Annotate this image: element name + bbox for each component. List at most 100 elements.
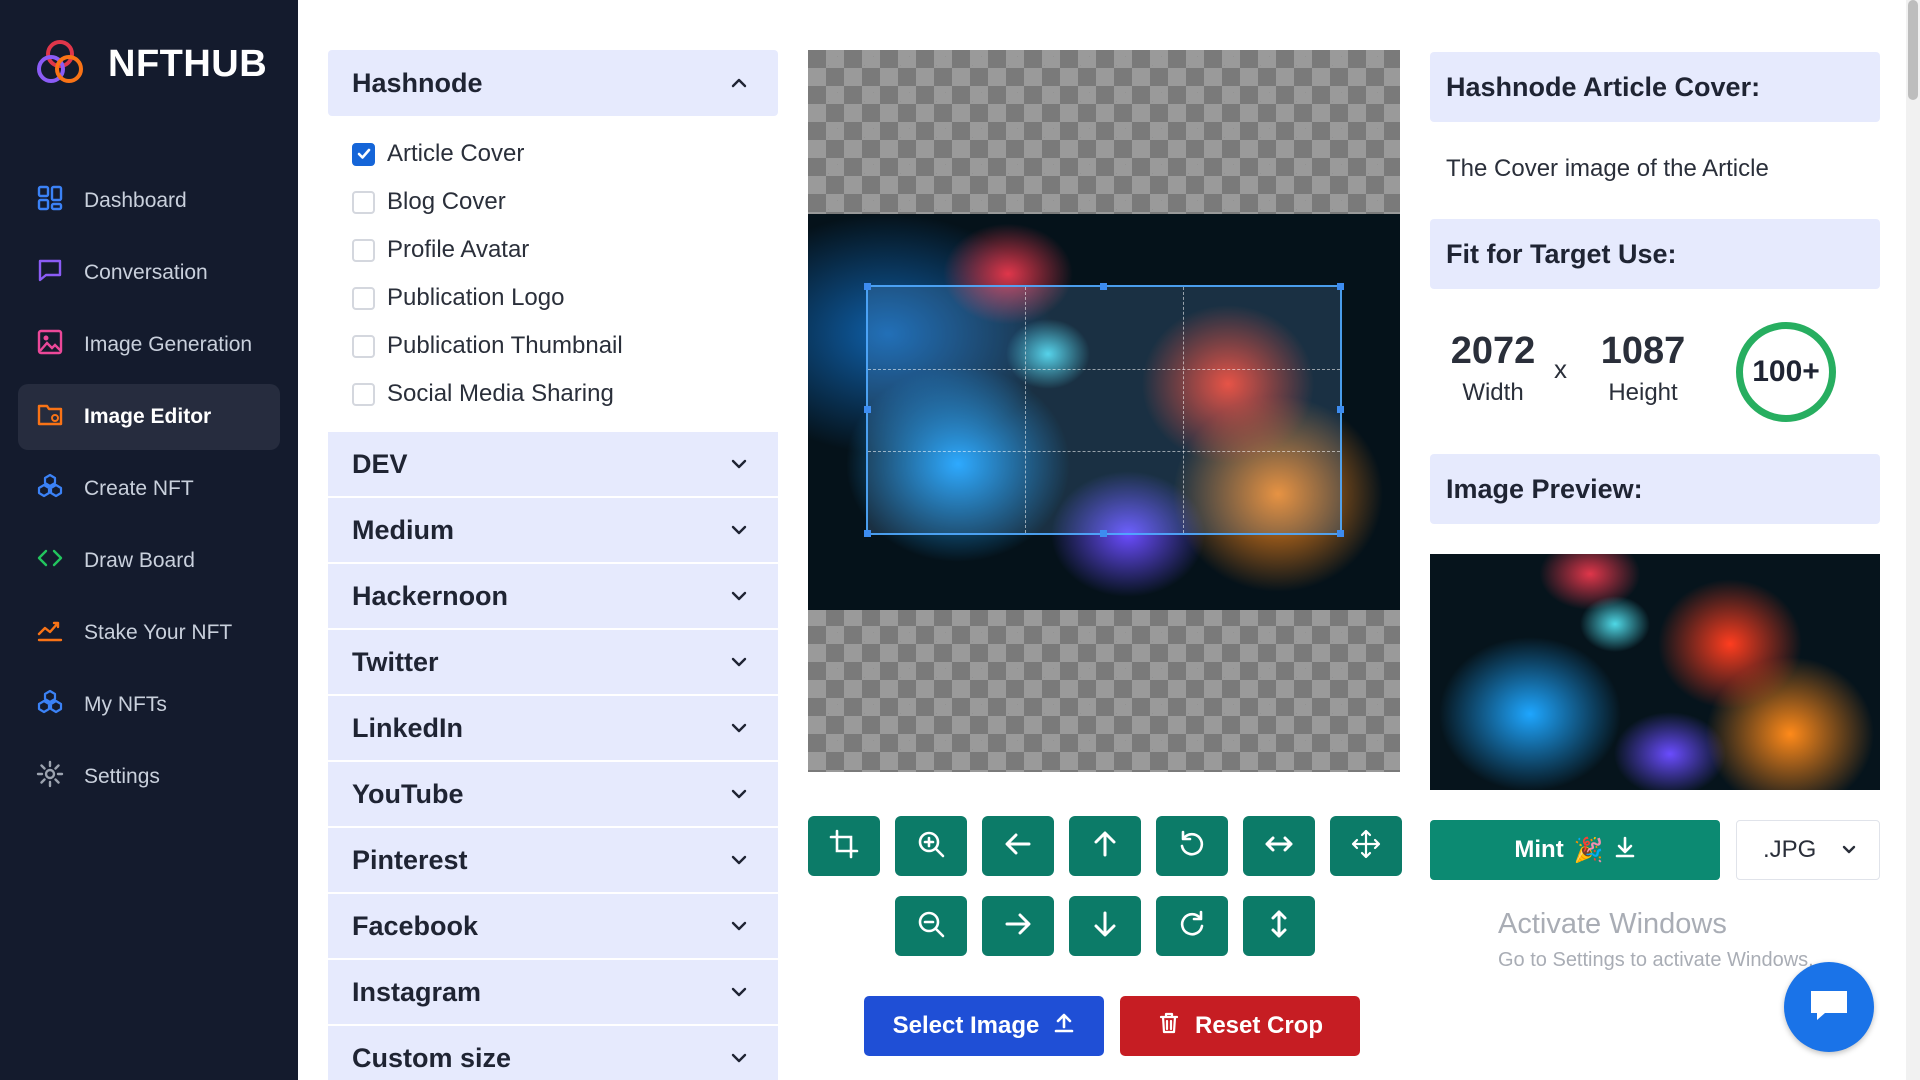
platform-accordion: Hashnode Article Cover Blog Cover Profil… <box>328 50 778 1080</box>
option-publication-thumbnail[interactable]: Publication Thumbnail <box>352 322 778 370</box>
accordion-header-youtube[interactable]: YouTube <box>328 762 778 828</box>
move-button[interactable] <box>1330 816 1402 876</box>
rotate-right-button[interactable] <box>1156 896 1228 956</box>
accordion-header-label: Hackernoon <box>352 580 509 611</box>
crop-handle[interactable] <box>1100 530 1107 537</box>
rotate-left-button[interactable] <box>1156 816 1228 876</box>
zoom-out-button[interactable] <box>895 896 967 956</box>
option-blog-cover[interactable]: Blog Cover <box>352 178 778 226</box>
reset-crop-label: Reset Crop <box>1194 1012 1324 1039</box>
crop-box[interactable] <box>864 283 1344 537</box>
crop-handle[interactable] <box>1337 283 1344 290</box>
accordion-header-custom-size[interactable]: Custom size <box>328 1026 778 1080</box>
sidebar-item-image-editor[interactable]: Image Editor <box>18 384 280 450</box>
flip-vertical-icon <box>1263 908 1295 945</box>
logo-icon <box>34 36 86 93</box>
sidebar-item-my-nfts[interactable]: My NFTs <box>18 672 280 738</box>
option-profile-avatar[interactable]: Profile Avatar <box>352 226 778 274</box>
move-down-button[interactable] <box>1069 896 1141 956</box>
accordion-collapsed-list: DEV Medium Hackernoon Twitter LinkedIn Y… <box>328 432 778 1080</box>
crop-button[interactable] <box>808 816 880 876</box>
dimension-separator: x <box>1554 354 1567 384</box>
option-label: Publication Thumbnail <box>387 332 623 359</box>
chat-icon <box>36 256 64 290</box>
cubes-icon <box>36 472 64 506</box>
chevron-down-icon <box>730 515 748 546</box>
sidebar-item-settings[interactable]: Settings <box>18 744 280 810</box>
reset-crop-button[interactable]: Reset Crop <box>1120 996 1360 1056</box>
accordion-header-label: Instagram <box>352 976 482 1007</box>
accordion-header-hackernoon[interactable]: Hackernoon <box>328 564 778 630</box>
width-label: Width <box>1462 379 1524 406</box>
brand[interactable]: NFTHUB <box>34 36 267 93</box>
sidebar: NFTHUB Dashboard Conversation Image Gene… <box>0 0 298 1080</box>
crop-handle[interactable] <box>1100 283 1107 290</box>
zoom-out-icon <box>915 908 947 945</box>
chevron-up-icon <box>730 68 748 99</box>
arrow-down-icon <box>1089 908 1121 945</box>
accordion-header-linkedin[interactable]: LinkedIn <box>328 696 778 762</box>
option-article-cover[interactable]: Article Cover <box>352 130 778 178</box>
sidebar-nav: Dashboard Conversation Image Generation … <box>18 168 280 816</box>
accordion-header-medium[interactable]: Medium <box>328 498 778 564</box>
crop-handle[interactable] <box>1337 406 1344 413</box>
sidebar-item-create-nft[interactable]: Create NFT <box>18 456 280 522</box>
sidebar-item-dashboard[interactable]: Dashboard <box>18 168 280 234</box>
chevron-down-icon <box>730 911 748 942</box>
checkbox[interactable] <box>352 334 375 358</box>
checkbox-checked[interactable] <box>352 142 375 166</box>
select-image-button[interactable]: Select Image <box>864 996 1104 1056</box>
checkbox[interactable] <box>352 190 375 214</box>
move-up-button[interactable] <box>1069 816 1141 876</box>
flip-vertical-button[interactable] <box>1243 896 1315 956</box>
zoom-in-button[interactable] <box>895 816 967 876</box>
arrow-left-icon <box>1002 828 1034 865</box>
checkbox[interactable] <box>352 286 375 310</box>
download-icon <box>1614 835 1636 866</box>
height-value: 1087 <box>1600 330 1686 372</box>
chevron-down-icon <box>730 845 748 876</box>
width-value: 2072 <box>1450 330 1536 372</box>
grid-icon <box>36 184 64 218</box>
sidebar-item-conversation[interactable]: Conversation <box>18 240 280 306</box>
move-left-button[interactable] <box>982 816 1054 876</box>
flip-horizontal-button[interactable] <box>1243 816 1315 876</box>
image-editor-canvas[interactable] <box>808 50 1400 772</box>
crop-handle[interactable] <box>864 406 871 413</box>
width-readout: 2072 Width <box>1440 330 1546 407</box>
format-select[interactable]: .JPG <box>1736 820 1880 880</box>
sidebar-item-stake-your-nft[interactable]: Stake Your NFT <box>18 600 280 666</box>
arrow-right-icon <box>1002 908 1034 945</box>
accordion-header-instagram[interactable]: Instagram <box>328 960 778 1026</box>
accordion-header-dev[interactable]: DEV <box>328 432 778 498</box>
move-right-button[interactable] <box>982 896 1054 956</box>
scrollbar-thumb[interactable] <box>1908 0 1918 100</box>
option-social-media-sharing[interactable]: Social Media Sharing <box>352 370 778 418</box>
accordion-header-twitter[interactable]: Twitter <box>328 630 778 696</box>
sidebar-item-image-generation[interactable]: Image Generation <box>18 312 280 378</box>
target-description: The Cover image of the Article <box>1446 155 1769 182</box>
accordion-header-hashnode[interactable]: Hashnode <box>328 50 778 116</box>
option-publication-logo[interactable]: Publication Logo <box>352 274 778 322</box>
gear-icon <box>36 760 64 794</box>
flip-horizontal-icon <box>1263 828 1295 865</box>
accordion-header-label: Facebook <box>352 910 479 941</box>
accordion-header-label: LinkedIn <box>352 712 464 743</box>
checkbox[interactable] <box>352 238 375 262</box>
sidebar-item-label: My NFTs <box>84 693 167 716</box>
crop-handle[interactable] <box>864 530 871 537</box>
sidebar-item-draw-board[interactable]: Draw Board <box>18 528 280 594</box>
crop-handle[interactable] <box>1337 530 1344 537</box>
accordion-header-facebook[interactable]: Facebook <box>328 894 778 960</box>
checkbox[interactable] <box>352 382 375 406</box>
chevron-down-icon <box>730 647 748 678</box>
app-root: NFTHUB Dashboard Conversation Image Gene… <box>0 0 1920 1080</box>
mint-button[interactable]: Mint 🎉 <box>1430 820 1720 880</box>
crop-handle[interactable] <box>864 283 871 290</box>
chevron-down-icon <box>730 449 748 480</box>
page-scrollbar[interactable] <box>1906 0 1920 1080</box>
option-label: Blog Cover <box>387 188 506 215</box>
chat-widget-button[interactable] <box>1784 962 1874 1052</box>
arrow-up-icon <box>1089 828 1121 865</box>
accordion-header-pinterest[interactable]: Pinterest <box>328 828 778 894</box>
